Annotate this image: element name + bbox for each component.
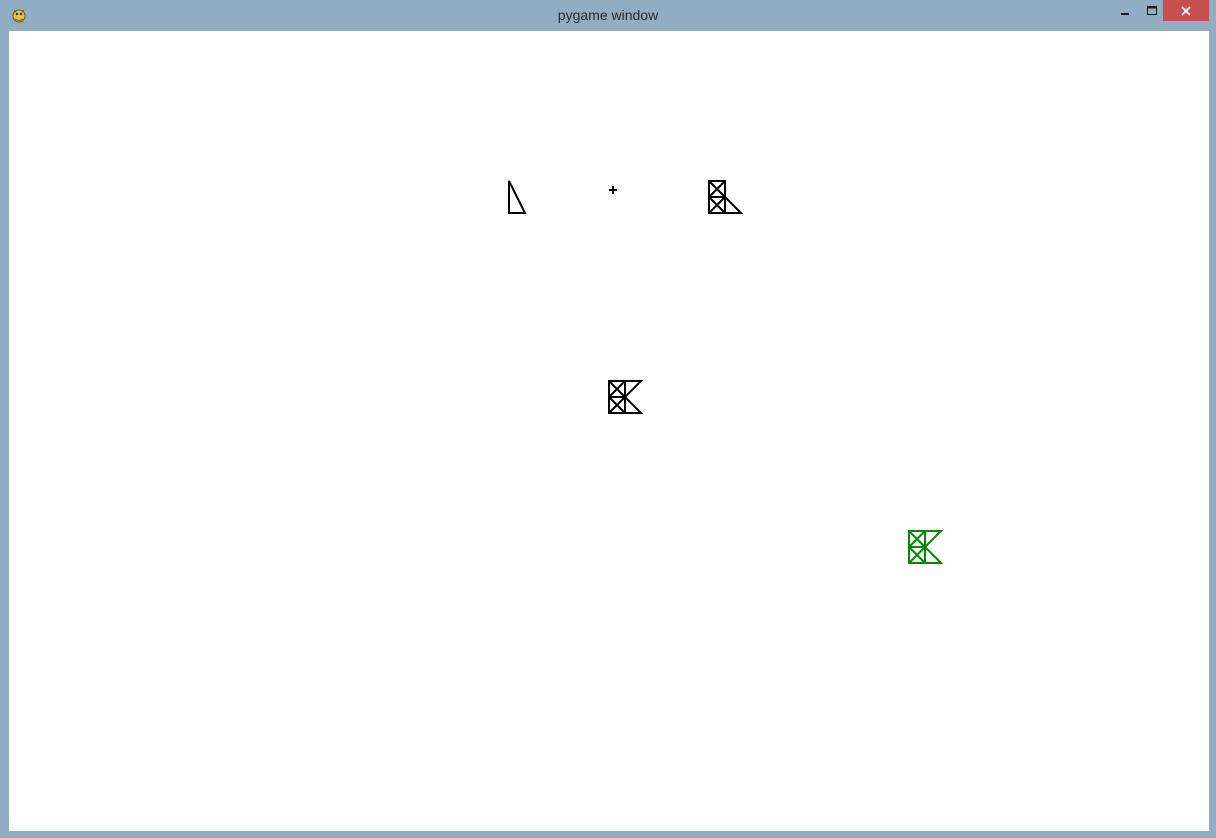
glyph-stack-green (908, 530, 944, 564)
maximize-icon (1147, 5, 1157, 15)
game-canvas[interactable] (9, 31, 1209, 831)
minimize-button[interactable] (1112, 0, 1138, 21)
crosshair (609, 186, 617, 194)
glyph-stack-center (608, 380, 644, 414)
window-title: pygame window (557, 7, 659, 23)
game-canvas-area[interactable] (9, 31, 1209, 831)
maximize-button[interactable] (1139, 0, 1165, 21)
app-window: pygame window (0, 0, 1216, 838)
glyph-l-shape (508, 180, 527, 214)
title-bar[interactable]: pygame window (0, 0, 1216, 30)
close-icon (1181, 5, 1191, 16)
close-button[interactable] (1163, 0, 1209, 21)
minimize-icon (1121, 12, 1129, 15)
glyph-stack-upper (708, 180, 744, 214)
